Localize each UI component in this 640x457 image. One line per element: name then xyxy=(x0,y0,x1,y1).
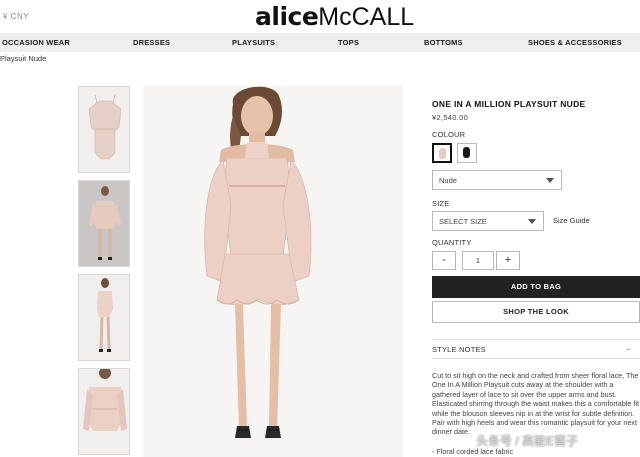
collapse-toggle-icon[interactable]: - xyxy=(627,344,630,354)
size-select[interactable]: SELECT SIZE xyxy=(432,211,544,231)
style-notes-heading[interactable]: STYLE NOTES xyxy=(432,345,486,354)
shop-the-look-button[interactable]: SHOP THE LOOK xyxy=(432,301,640,323)
swatch-nude-icon xyxy=(439,148,446,159)
nav-item-playsuits[interactable]: PLAYSUITS xyxy=(232,38,275,47)
model-front-image xyxy=(89,186,121,260)
thumbnail-model-front[interactable] xyxy=(78,180,130,267)
swatch-black-icon xyxy=(463,147,470,158)
nav-item-bottoms[interactable]: BOTTOMS xyxy=(424,38,463,47)
nav-item-tops[interactable]: TOPS xyxy=(338,38,359,47)
chevron-down-icon xyxy=(528,219,536,224)
main-nav: OCCASION WEAR DRESSES PLAYSUITS TOPS BOT… xyxy=(0,33,640,52)
colour-select[interactable]: Nude xyxy=(432,170,562,190)
divider xyxy=(432,339,640,340)
watermark: 头条号 / 高能E窖子 xyxy=(476,434,579,448)
nav-item-occasion-wear[interactable]: OCCASION WEAR xyxy=(2,38,70,47)
style-notes-text: Cut to sit high on the neck and crafted … xyxy=(432,371,639,437)
chevron-down-icon xyxy=(546,178,554,183)
currency-selector[interactable]: ¥ CNY xyxy=(3,12,29,21)
size-select-placeholder: SELECT SIZE xyxy=(439,217,487,226)
model-side-image xyxy=(97,278,113,352)
model-wearing-playsuit-image xyxy=(204,86,312,438)
add-to-bag-button[interactable]: ADD TO BAG xyxy=(432,276,640,298)
quantity-input[interactable]: 1 xyxy=(462,251,494,270)
thumbnail-flat-lay[interactable] xyxy=(78,86,130,173)
playsuit-flat-lay-image xyxy=(88,94,122,160)
thumbnail-model-full[interactable] xyxy=(78,274,130,361)
thumbnail-model-closeup[interactable] xyxy=(78,368,130,455)
swatch-nude[interactable] xyxy=(432,143,452,163)
breadcrumb: Playsuit Nude xyxy=(0,54,47,63)
size-guide-link[interactable]: Size Guide xyxy=(553,216,590,225)
size-label: SIZE xyxy=(432,199,450,208)
product-price: ¥2,540.00 xyxy=(432,113,469,122)
model-closeup-image xyxy=(83,369,127,431)
quantity-plus-button[interactable]: + xyxy=(496,251,520,270)
top-bar: ¥ CNY aliceMcCALL xyxy=(0,0,640,33)
logo-text-alice: alice xyxy=(255,2,319,31)
main-product-image[interactable] xyxy=(143,86,403,457)
colour-label: COLOUR xyxy=(432,130,466,139)
product-title: ONE IN A MILLION PLAYSUIT NUDE xyxy=(432,99,586,109)
nav-item-shoes-accessories[interactable]: SHOES & ACCESSORIES xyxy=(528,38,622,47)
logo-text-mccall: McCALL xyxy=(318,3,415,31)
quantity-label: QUANTITY xyxy=(432,238,472,247)
quantity-minus-button[interactable]: - xyxy=(432,251,456,270)
nav-item-dresses[interactable]: DRESSES xyxy=(133,38,170,47)
divider xyxy=(432,358,640,359)
colour-select-value: Nude xyxy=(439,176,457,185)
site-logo[interactable]: aliceMcCALL xyxy=(255,2,414,32)
swatch-black[interactable] xyxy=(457,143,477,163)
